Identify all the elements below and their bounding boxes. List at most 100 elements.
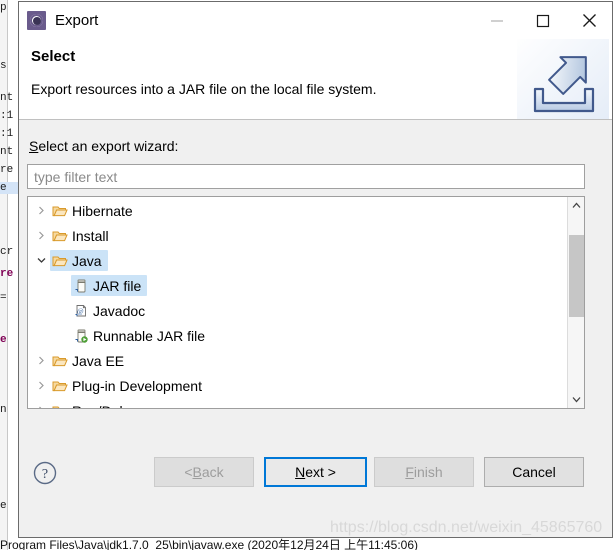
- chevron-right-icon: [38, 381, 44, 390]
- cancel-button[interactable]: Cancel: [484, 457, 584, 487]
- tree-twisty-toggle[interactable]: [32, 356, 50, 365]
- select-wizard-label-rest: elect an export wizard:: [38, 138, 179, 154]
- button-label-mnemonic: N: [295, 464, 306, 480]
- chevron-up-icon: [572, 202, 580, 208]
- console-output-line: Program Files\Java\jdk1.7.0_25\bin\javaw…: [0, 538, 419, 550]
- tree-item-label: Java: [72, 252, 102, 269]
- scroll-down-button[interactable]: [568, 391, 584, 408]
- help-button[interactable]: ?: [33, 461, 57, 485]
- folder-icon: [52, 406, 66, 408]
- finish-button: Finish: [374, 457, 474, 487]
- jar-file-icon: [71, 278, 91, 294]
- scrollbar-thumb[interactable]: [569, 235, 584, 317]
- select-wizard-label: Select an export wizard:: [29, 138, 178, 154]
- tree-item-label: Javadoc: [93, 302, 146, 319]
- tree-item-install[interactable]: Install: [28, 223, 567, 248]
- tree-twisty-toggle[interactable]: [32, 231, 50, 240]
- tree-item-content: Plug-in Development: [50, 375, 208, 396]
- tree-item-label: Install: [72, 227, 109, 244]
- tree-item-java-ee[interactable]: Java EE: [28, 348, 567, 373]
- close-button[interactable]: [566, 2, 612, 39]
- wizard-body: Select an export wizard: Hibernate Instal…: [19, 120, 612, 537]
- wizard-header: Select Export resources into a JAR file …: [19, 39, 612, 120]
- export-wizard-dialog: Export Select Export resources into a JA…: [18, 1, 613, 538]
- tree-item-javadoc[interactable]: @ Javadoc: [28, 298, 567, 323]
- export-wizard-icon: [27, 11, 46, 30]
- minimize-button[interactable]: [474, 2, 520, 39]
- tree-item-content: Install: [50, 225, 115, 246]
- dialog-titlebar: Export: [19, 2, 612, 39]
- button-label-rest: ack: [201, 464, 224, 480]
- tree-item-content: Java EE: [50, 350, 130, 371]
- chevron-right-icon: [38, 356, 44, 365]
- folder-icon: [50, 253, 70, 269]
- tree-item-label: Hibernate: [72, 202, 133, 219]
- tree-twisty-toggle[interactable]: [32, 257, 50, 264]
- folder-icon: [50, 378, 70, 394]
- button-label-rest: ext >: [305, 464, 336, 480]
- svg-text:@: @: [77, 307, 84, 315]
- filter-input[interactable]: [27, 164, 585, 189]
- tree-item-content: Run/Debug: [50, 400, 149, 408]
- tree-item-content: JAR file: [71, 275, 148, 296]
- folder-icon: [50, 203, 70, 219]
- export-banner-icon: [517, 39, 609, 119]
- tree-item-content: Java: [50, 250, 108, 271]
- back-button: < Back: [154, 457, 254, 487]
- folder-icon: [50, 353, 70, 369]
- tree-item-plug-in-development[interactable]: Plug-in Development: [28, 373, 567, 398]
- chevron-right-icon: [38, 206, 44, 215]
- help-icon: ?: [33, 461, 57, 485]
- tree-item-content: Runnable JAR file: [71, 325, 211, 346]
- tree-item-content: @ Javadoc: [71, 300, 151, 321]
- chevron-down-icon: [572, 397, 580, 403]
- folder-icon: [52, 356, 68, 366]
- folder-icon: [52, 206, 68, 216]
- tree-item-runnable-jar-file[interactable]: Runnable JAR file: [28, 323, 567, 348]
- tree-item-label: Plug-in Development: [72, 377, 202, 394]
- folder-icon: [50, 228, 70, 244]
- next-button[interactable]: Next >: [264, 457, 367, 487]
- folder-icon: [50, 403, 70, 408]
- button-label-mnemonic: B: [192, 464, 202, 480]
- banner-area: [517, 39, 612, 119]
- tree-item-list[interactable]: Hibernate Install Java JAR file @ Javadoc Runn…: [28, 197, 567, 408]
- tree-item-label: Runnable JAR file: [93, 327, 206, 344]
- export-wizard-tree[interactable]: Hibernate Install Java JAR file @ Javadoc Runn…: [27, 196, 585, 409]
- close-icon: [582, 14, 596, 27]
- tree-item-hibernate[interactable]: Hibernate: [28, 198, 567, 223]
- minimize-icon: [491, 19, 503, 22]
- tree-item-jar-file[interactable]: JAR file: [28, 273, 567, 298]
- maximize-button[interactable]: [520, 2, 566, 39]
- button-label-rest: inish: [413, 464, 443, 480]
- tree-twisty-toggle[interactable]: [32, 206, 50, 215]
- jar-file-icon: [75, 279, 86, 292]
- scroll-up-button[interactable]: [568, 197, 584, 214]
- tree-item-run-debug[interactable]: Run/Debug: [28, 398, 567, 408]
- page-title: Select: [31, 48, 76, 65]
- javadoc-icon: @: [75, 304, 86, 316]
- dialog-title: Export: [55, 12, 99, 29]
- tree-twisty-toggle[interactable]: [32, 406, 50, 408]
- runnable-jar-icon: [75, 329, 88, 343]
- chevron-down-icon: [37, 258, 45, 263]
- tree-twisty-toggle[interactable]: [32, 381, 50, 390]
- select-wizard-label-mnemonic: S: [29, 138, 39, 154]
- runnable-jar-icon: [71, 328, 91, 344]
- button-label-prefix: <: [184, 464, 193, 480]
- folder-icon: [52, 381, 68, 391]
- button-label-mnemonic: F: [405, 464, 414, 480]
- tree-item-content: Hibernate: [50, 200, 139, 221]
- javadoc-icon: @: [71, 303, 91, 319]
- button-label-rest: Cancel: [512, 464, 556, 480]
- chevron-right-icon: [38, 406, 41, 408]
- tree-item-java[interactable]: Java: [28, 248, 567, 273]
- folder-icon: [52, 231, 68, 241]
- maximize-icon: [536, 14, 550, 27]
- tree-scrollbar[interactable]: [567, 197, 584, 408]
- folder-icon: [52, 256, 68, 266]
- tree-item-label: Java EE: [72, 352, 125, 369]
- chevron-right-icon: [38, 231, 44, 240]
- dialog-footer: ? < Back Next > Finish Cancel: [19, 449, 612, 537]
- page-description: Export resources into a JAR file on the …: [31, 81, 377, 97]
